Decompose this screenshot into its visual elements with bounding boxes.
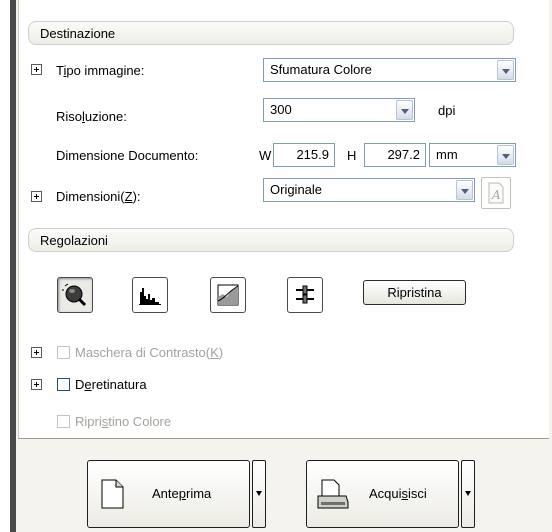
- section-title: Regolazioni: [40, 233, 108, 248]
- tipo-immagine-select[interactable]: Sfumatura Colore: [263, 58, 516, 82]
- maschera-checkbox[interactable]: [57, 346, 70, 359]
- dpi-unit-label: dpi: [438, 103, 456, 118]
- window-edge: [0, 0, 10, 532]
- histogram-button[interactable]: [132, 277, 168, 313]
- section-header-destinazione: Destinazione: [28, 21, 514, 45]
- tipo-immagine-label: Tipo immagine:: [56, 63, 145, 78]
- ripristina-button[interactable]: Ripristina: [363, 280, 466, 305]
- expand-dimensioni-icon[interactable]: [31, 191, 42, 202]
- expand-deretinatura-icon[interactable]: [31, 379, 42, 390]
- auto-exposure-button[interactable]: [57, 277, 93, 313]
- expand-maschera-icon[interactable]: [31, 347, 42, 358]
- chevron-down-icon[interactable]: [396, 100, 413, 120]
- deretinatura-checkbox[interactable]: [57, 378, 70, 391]
- svg-text:A: A: [491, 188, 501, 202]
- width-label: W: [259, 148, 272, 163]
- unit-select[interactable]: mm: [429, 143, 516, 167]
- ripristino-colore-label: Ripristino Colore: [75, 414, 172, 429]
- risoluzione-label: Risoluzione:: [56, 109, 127, 124]
- chevron-down-icon[interactable]: [497, 60, 514, 80]
- dimensione-documento-label: Dimensione Documento:: [56, 148, 199, 163]
- tone-curve-icon: [217, 284, 239, 306]
- document-icon: [101, 479, 124, 509]
- anteprima-dropdown-button[interactable]: [252, 460, 266, 528]
- acquisisci-button[interactable]: Acquisisci: [306, 460, 459, 528]
- dimensioni-select[interactable]: Originale: [263, 178, 475, 202]
- width-input[interactable]: 215.9: [273, 143, 335, 167]
- chevron-down-icon[interactable]: [456, 180, 473, 200]
- histogram-icon: [139, 288, 161, 305]
- expand-tipo-immagine-icon[interactable]: [31, 64, 42, 75]
- dimensioni-label: Dimensioni(Z):: [56, 189, 141, 204]
- globe-magnifier-icon: [62, 283, 87, 307]
- height-input[interactable]: 297.2: [364, 143, 426, 167]
- text-size-button[interactable]: A: [481, 177, 511, 209]
- image-adjustment-button[interactable]: [287, 277, 323, 313]
- deretinatura-label: Deretinatura: [75, 377, 147, 392]
- anteprima-button[interactable]: Anteprima: [87, 460, 250, 528]
- tone-curve-button[interactable]: [210, 277, 246, 313]
- acquisisci-dropdown-button[interactable]: [461, 460, 475, 528]
- sliders-icon: [296, 285, 314, 304]
- height-label: H: [347, 148, 357, 163]
- text-size-icon: A: [488, 182, 504, 204]
- section-title: Destinazione: [40, 26, 116, 41]
- chevron-down-icon[interactable]: [497, 145, 514, 165]
- risoluzione-select[interactable]: 300: [263, 98, 415, 122]
- maschera-label: Maschera di Contrasto(K): [75, 345, 224, 360]
- section-header-regolazioni: Regolazioni: [28, 228, 514, 252]
- ripristino-colore-checkbox[interactable]: [57, 415, 70, 428]
- window-splitter[interactable]: [10, 0, 16, 532]
- scanner-icon: [317, 479, 349, 509]
